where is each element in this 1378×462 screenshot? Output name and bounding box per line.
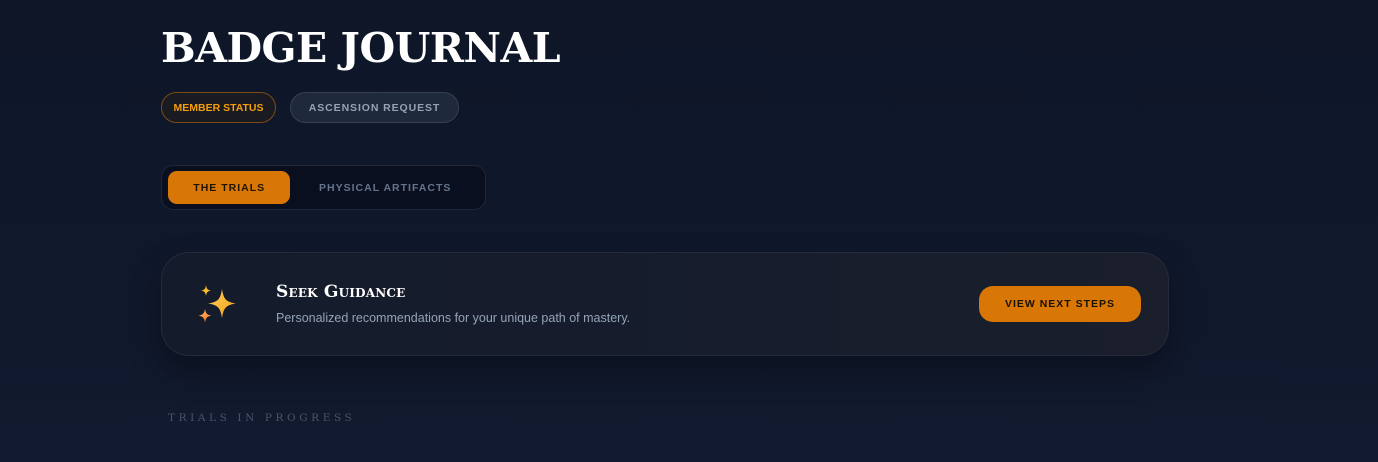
tab-the-trials[interactable]: THE TRIALS xyxy=(168,171,291,204)
badge-journal-page: BADGE JOURNAL MEMBER STATUS ASCENSION RE… xyxy=(0,0,1378,462)
card-title: Seek Guidance xyxy=(276,282,406,302)
member-status-badge: MEMBER STATUS xyxy=(161,92,276,123)
tab-bar: THE TRIALS PHYSICAL ARTIFACTS xyxy=(161,165,486,210)
status-badges: MEMBER STATUS ASCENSION REQUEST xyxy=(161,92,459,123)
page-title: BADGE JOURNAL xyxy=(161,24,561,72)
view-next-steps-button[interactable]: VIEW NEXT STEPS xyxy=(979,286,1141,322)
seek-guidance-card: Seek Guidance Personalized recommendatio… xyxy=(161,252,1169,356)
ascension-request-button[interactable]: ASCENSION REQUEST xyxy=(290,92,459,123)
tab-physical-artifacts[interactable]: PHYSICAL ARTIFACTS xyxy=(291,171,479,204)
sparkles-icon xyxy=(198,285,236,323)
card-description: Personalized recommendations for your un… xyxy=(276,311,631,325)
section-heading-trials-in-progress: TRIALS IN PROGRESS xyxy=(168,412,356,424)
